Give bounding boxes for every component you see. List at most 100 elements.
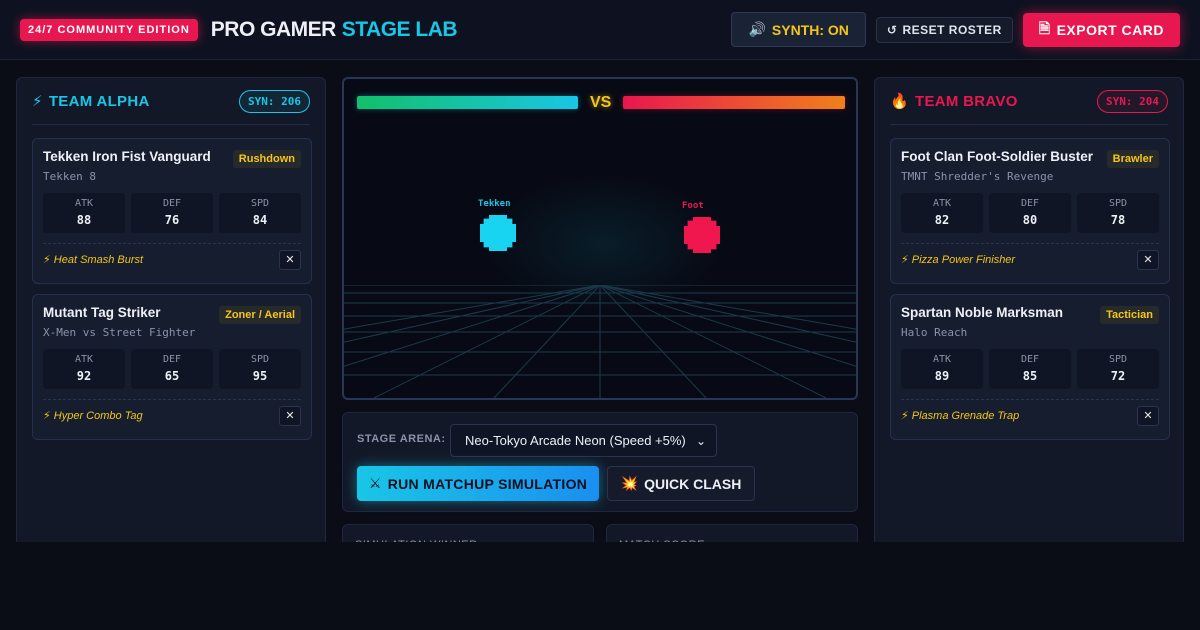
simulation-controls: STAGE ARENA: Neo-Tokyo Arcade Neon (Spee… <box>342 412 858 512</box>
fighter-role-badge: Tactician <box>1100 306 1159 324</box>
stat-atk: ATK 82 <box>901 193 983 233</box>
explosion-icon: 💥 <box>620 475 639 491</box>
fighter-special-move: ⚡ Heat Smash Burst <box>43 254 144 266</box>
stat-spd: SPD 72 <box>1077 349 1159 389</box>
reset-icon: ↺ <box>886 22 898 37</box>
stat-value: 85 <box>1022 369 1038 383</box>
team-bravo-title: 🔥 TEAM BRAVO <box>890 92 1018 111</box>
vs-label: VS <box>590 94 612 111</box>
team-alpha-title: ⚡ TEAM ALPHA <box>32 92 150 111</box>
stat-value: 78 <box>1110 213 1126 227</box>
app-title-accent: STAGE LAB <box>341 17 458 41</box>
arena-grid-floor <box>344 285 856 398</box>
remove-fighter-button[interactable]: ✕ <box>279 405 301 426</box>
stat-def: DEF 85 <box>989 349 1071 389</box>
stat-spd: SPD 95 <box>219 349 301 389</box>
remove-fighter-button[interactable]: ✕ <box>279 249 301 270</box>
fighter-stats: ATK 88 DEF 76 SPD 84 <box>43 193 301 233</box>
fighter-special-move: ⚡ Pizza Power Finisher <box>901 254 1016 266</box>
fighter-game: X-Men vs Street Fighter <box>43 326 196 339</box>
fighter-card[interactable]: Foot Clan Foot-Soldier Buster Brawler TM… <box>890 138 1170 284</box>
quick-clash-button[interactable]: 💥 QUICK CLASH <box>607 466 755 501</box>
stat-label: DEF <box>1020 198 1040 209</box>
fighter-stats: ATK 92 DEF 65 SPD 95 <box>43 349 301 389</box>
fighter-move-row: ⚡ Hyper Combo Tag ✕ <box>43 399 301 431</box>
stat-value: 95 <box>252 369 268 383</box>
run-matchup-label: RUN MATCHUP SIMULATION <box>387 475 588 492</box>
app-title: PRO GAMER STAGE LAB <box>211 17 458 42</box>
stat-atk: ATK 88 <box>43 193 125 233</box>
team-alpha-name: TEAM ALPHA <box>48 92 150 110</box>
fighter-role-badge: Zoner / Aerial <box>219 306 301 324</box>
team-bravo-panel: 🔥 TEAM BRAVO SYN: 204 Foot Clan Foot-Sol… <box>874 77 1184 557</box>
fighter-card[interactable]: Tekken Iron Fist Vanguard Rushdown Tekke… <box>32 138 312 284</box>
reset-roster-button[interactable]: ↺ RESET ROSTER <box>875 16 1013 43</box>
fighter-role-badge: Brawler <box>1106 150 1159 168</box>
stat-def: DEF 80 <box>989 193 1071 233</box>
fighter-move-row: ⚡ Plasma Grenade Trap ✕ <box>901 399 1159 431</box>
alpha-health-bar <box>357 96 578 109</box>
fighter-special-move: ⚡ Plasma Grenade Trap <box>901 410 1020 422</box>
fighter-stats: ATK 89 DEF 85 SPD 72 <box>901 349 1159 389</box>
bravo-fighter-sprite <box>684 217 720 253</box>
run-matchup-simulation-button[interactable]: ⚔ RUN MATCHUP SIMULATION <box>357 466 599 501</box>
viewport-bottom-area <box>0 542 1200 630</box>
bravo-health-bar <box>623 96 845 109</box>
team-alpha-header: ⚡ TEAM ALPHA SYN: 206 <box>32 78 310 125</box>
stat-label: ATK <box>932 198 952 209</box>
stat-value: 92 <box>76 369 92 383</box>
alpha-fighter-sprite <box>480 215 516 251</box>
fighter-stats: ATK 82 DEF 80 SPD 78 <box>901 193 1159 233</box>
stat-def: DEF 65 <box>131 349 213 389</box>
arena-preview: VS Tekken Foot <box>342 77 858 400</box>
fighter-card[interactable]: Mutant Tag Striker Zoner / Aerial X-Men … <box>32 294 312 440</box>
stage-arena-label: STAGE ARENA: <box>357 433 446 445</box>
edition-badge: 24/7 COMMUNITY EDITION <box>20 18 198 41</box>
fighter-card[interactable]: Spartan Noble Marksman Tactician Halo Re… <box>890 294 1170 440</box>
fighter-move-row: ⚡ Pizza Power Finisher ✕ <box>901 243 1159 275</box>
stat-spd: SPD 84 <box>219 193 301 233</box>
stat-value: 89 <box>934 369 950 383</box>
stage-arena-select[interactable]: Neo-Tokyo Arcade Neon (Speed +5%) ⌄ <box>450 424 717 457</box>
fighter-game: TMNT Shredder's Revenge <box>901 170 1054 183</box>
team-bravo-header: 🔥 TEAM BRAVO SYN: 204 <box>890 78 1168 125</box>
top-bar: 24/7 COMMUNITY EDITION PRO GAMER STAGE LA… <box>0 0 1200 60</box>
fighter-special-move: ⚡ Hyper Combo Tag <box>43 410 143 422</box>
stat-label: SPD <box>1108 198 1128 209</box>
stat-spd: SPD 78 <box>1077 193 1159 233</box>
stat-value: 88 <box>76 213 92 227</box>
stat-label: ATK <box>932 354 952 365</box>
header-actions: 🔊 SYNTH: ON ↺ RESET ROSTER 🗎 EXPORT CARD <box>731 12 1180 47</box>
stat-def: DEF 76 <box>131 193 213 233</box>
fighter-game: Tekken 8 <box>43 170 96 183</box>
synth-toggle-label: SYNTH: ON <box>771 21 849 38</box>
stat-label: SPD <box>1108 354 1128 365</box>
quick-clash-label: QUICK CLASH <box>644 475 742 492</box>
team-alpha-panel: ⚡ TEAM ALPHA SYN: 206 Tekken Iron Fist V… <box>16 77 326 557</box>
bravo-sprite-label: Foot <box>682 201 704 211</box>
reset-roster-label: RESET ROSTER <box>902 22 1002 37</box>
stat-atk: ATK 92 <box>43 349 125 389</box>
stat-label: SPD <box>250 198 270 209</box>
stat-value: 76 <box>164 213 180 227</box>
stage-arena-value: Neo-Tokyo Arcade Neon (Speed +5%) <box>465 433 686 448</box>
stat-value: 65 <box>164 369 180 383</box>
remove-fighter-button[interactable]: ✕ <box>1137 249 1159 270</box>
fire-icon: 🔥 <box>890 93 909 110</box>
stat-value: 84 <box>252 213 268 227</box>
stat-atk: ATK 89 <box>901 349 983 389</box>
crossed-swords-icon: ⚔ <box>368 475 382 491</box>
fighter-game: Halo Reach <box>901 326 968 339</box>
export-card-label: EXPORT CARD <box>1056 21 1164 38</box>
stat-label: SPD <box>250 354 270 365</box>
remove-fighter-button[interactable]: ✕ <box>1137 405 1159 426</box>
team-bravo-name: TEAM BRAVO <box>914 92 1018 110</box>
team-bravo-synergy-badge: SYN: 204 <box>1097 89 1168 113</box>
stat-value: 82 <box>934 213 950 227</box>
export-card-button[interactable]: 🗎 EXPORT CARD <box>1022 12 1180 47</box>
stat-label: DEF <box>162 198 182 209</box>
alpha-sprite-label: Tekken <box>478 199 511 209</box>
stat-label: DEF <box>1020 354 1040 365</box>
synth-toggle-button[interactable]: 🔊 SYNTH: ON <box>731 12 866 47</box>
document-icon: 🗎 <box>1038 19 1051 36</box>
